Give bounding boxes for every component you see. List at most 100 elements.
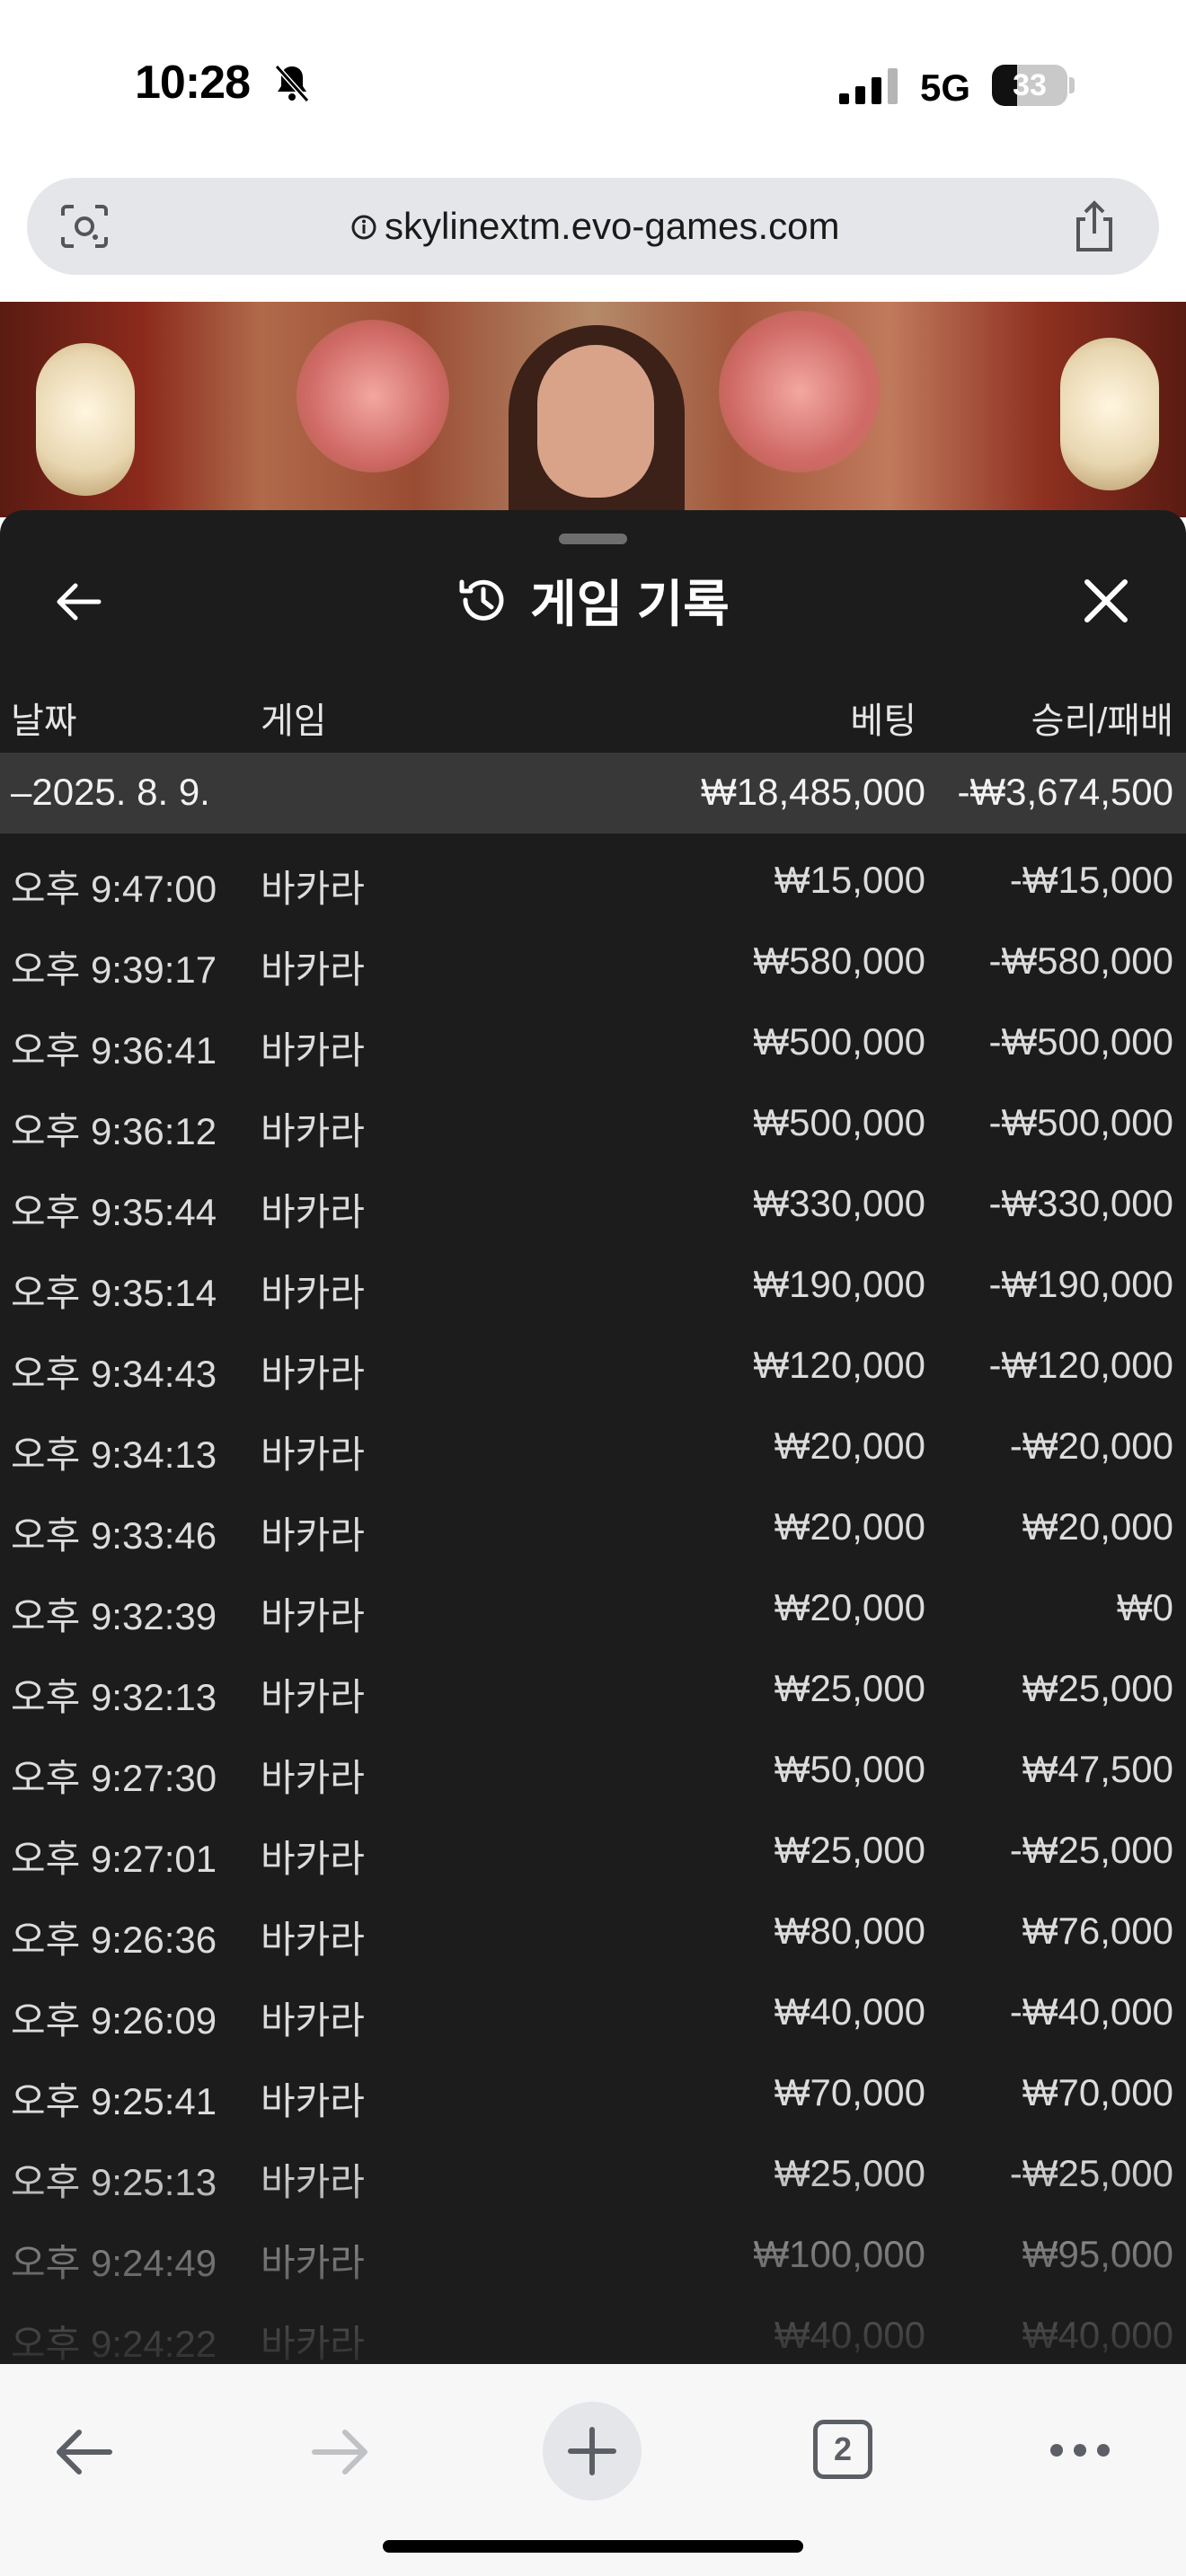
history-icon bbox=[459, 579, 504, 621]
row-result: -₩330,000 bbox=[988, 1182, 1173, 1224]
drag-handle[interactable] bbox=[559, 534, 627, 544]
row-game: 바카라 bbox=[261, 1514, 365, 1557]
row-time: 오후 9:27:30 bbox=[11, 1757, 217, 1799]
table-row[interactable]: 오후 9:33:46 바카라 ₩20,000 ₩20,000 bbox=[0, 1480, 1186, 1561]
row-result: -₩500,000 bbox=[988, 1101, 1173, 1143]
more-menu-icon[interactable] bbox=[1048, 2439, 1112, 2461]
table-row[interactable]: 오후 9:32:39 바카라 ₩20,000 ₩0 bbox=[0, 1561, 1186, 1642]
table-row[interactable]: 오후 9:24:49 바카라 ₩100,000 ₩95,000 bbox=[0, 2208, 1186, 2289]
table-row[interactable]: 오후 9:35:14 바카라 ₩190,000 -₩190,000 bbox=[0, 1238, 1186, 1319]
row-result: -₩40,000 bbox=[1009, 1990, 1173, 2033]
row-time: 오후 9:35:44 bbox=[11, 1191, 217, 1233]
row-game: 바카라 bbox=[261, 2323, 365, 2364]
table-header: 날짜 게임 베팅 승리/패배 bbox=[0, 672, 1186, 753]
table-row[interactable]: 오후 9:27:30 바카라 ₩50,000 ₩47,500 bbox=[0, 1723, 1186, 1804]
row-game: 바카라 bbox=[261, 1029, 365, 1072]
blossom-decoration bbox=[719, 311, 881, 472]
blossom-decoration bbox=[296, 320, 449, 472]
row-time: 오후 9:27:01 bbox=[11, 1838, 217, 1880]
date-group-row[interactable]: –2025. 8. 9. ₩18,485,000 -₩3,674,500 bbox=[0, 753, 1186, 834]
row-result: ₩25,000 bbox=[1022, 1667, 1173, 1709]
network-type: 5G bbox=[920, 66, 971, 109]
lantern-image bbox=[1060, 338, 1159, 490]
row-game: 바카라 bbox=[261, 1999, 365, 2042]
table-row[interactable]: 오후 9:34:13 바카라 ₩20,000 -₩20,000 bbox=[0, 1399, 1186, 1480]
share-icon[interactable] bbox=[1069, 199, 1120, 253]
table-row[interactable]: 오후 9:26:09 바카라 ₩40,000 -₩40,000 bbox=[0, 1965, 1186, 2046]
row-game: 바카라 bbox=[261, 1191, 365, 1233]
address-bar[interactable]: skylinextm.evo-games.com bbox=[27, 178, 1159, 275]
row-game: 바카라 bbox=[261, 1434, 365, 1476]
table-row[interactable]: 오후 9:35:44 바카라 ₩330,000 -₩330,000 bbox=[0, 1157, 1186, 1238]
browser-back-icon[interactable] bbox=[50, 2418, 119, 2486]
history-table: 날짜 게임 베팅 승리/패배 –2025. 8. 9. ₩18,485,000 … bbox=[0, 672, 1186, 2364]
table-row[interactable]: 오후 9:24:22 바카라 ₩40,000 ₩40,000 bbox=[0, 2289, 1186, 2364]
status-bar: 10:28 5G 33 bbox=[0, 0, 1186, 171]
row-result: -₩580,000 bbox=[988, 940, 1173, 982]
row-game: 바카라 bbox=[261, 1272, 365, 1314]
date-group-win-loss-total: -₩3,674,500 bbox=[957, 771, 1173, 813]
row-result: -₩120,000 bbox=[988, 1344, 1173, 1386]
row-result: -₩15,000 bbox=[1009, 859, 1173, 901]
panel-header: 게임 기록 bbox=[0, 564, 1186, 636]
visual-search-icon[interactable] bbox=[59, 203, 110, 250]
header-game[interactable]: 게임 bbox=[261, 692, 327, 744]
table-row[interactable]: 오후 9:25:41 바카라 ₩70,000 ₩70,000 bbox=[0, 2046, 1186, 2127]
table-row[interactable]: 오후 9:47:00 바카라 ₩15,000 -₩15,000 bbox=[0, 834, 1186, 914]
browser-toolbar: 2 bbox=[0, 2364, 1186, 2576]
date-group-label: –2025. 8. 9. bbox=[11, 771, 210, 813]
live-dealer-video bbox=[0, 302, 1186, 517]
row-result: ₩70,000 bbox=[1022, 2071, 1173, 2113]
dealer-face bbox=[537, 345, 654, 498]
table-row[interactable]: 오후 9:32:13 바카라 ₩25,000 ₩25,000 bbox=[0, 1642, 1186, 1723]
row-result: ₩20,000 bbox=[1022, 1505, 1173, 1548]
row-result: ₩76,000 bbox=[1022, 1910, 1173, 1952]
row-time: 오후 9:47:00 bbox=[11, 868, 217, 910]
lantern-image bbox=[36, 343, 135, 496]
table-row[interactable]: 오후 9:36:12 바카라 ₩500,000 -₩500,000 bbox=[0, 1076, 1186, 1157]
table-row[interactable]: 오후 9:25:13 바카라 ₩25,000 -₩25,000 bbox=[0, 2127, 1186, 2208]
row-game: 바카라 bbox=[261, 1757, 365, 1799]
row-time: 오후 9:34:43 bbox=[11, 1353, 217, 1395]
row-time: 오후 9:39:17 bbox=[11, 948, 217, 991]
row-time: 오후 9:24:22 bbox=[11, 2323, 217, 2364]
row-result: -₩25,000 bbox=[1009, 1829, 1173, 1871]
row-result: ₩95,000 bbox=[1022, 2233, 1173, 2275]
row-result: -₩190,000 bbox=[988, 1263, 1173, 1305]
bell-muted-icon bbox=[274, 64, 310, 103]
row-result: ₩40,000 bbox=[1022, 2314, 1173, 2356]
table-row[interactable]: 오후 9:26:36 바카라 ₩80,000 ₩76,000 bbox=[0, 1884, 1186, 1965]
row-game: 바카라 bbox=[261, 1595, 365, 1637]
header-date[interactable]: 날짜 bbox=[11, 692, 77, 744]
table-row[interactable]: 오후 9:36:41 바카라 ₩500,000 -₩500,000 bbox=[0, 995, 1186, 1076]
panel-title: 게임 기록 bbox=[530, 575, 730, 632]
history-rows: 오후 9:47:00 바카라 ₩15,000 -₩15,000 오후 9:39:17 바카… bbox=[0, 834, 1186, 2364]
url-text[interactable]: skylinextm.evo-games.com bbox=[385, 205, 839, 248]
row-game: 바카라 bbox=[261, 2161, 365, 2203]
row-time: 오후 9:35:14 bbox=[11, 1272, 217, 1314]
new-tab-button[interactable] bbox=[543, 2402, 642, 2501]
row-time: 오후 9:32:39 bbox=[11, 1595, 217, 1637]
tab-switcher-button[interactable]: 2 bbox=[813, 2420, 872, 2479]
table-row[interactable]: 오후 9:27:01 바카라 ₩25,000 -₩25,000 bbox=[0, 1804, 1186, 1884]
row-time: 오후 9:32:13 bbox=[11, 1676, 217, 1718]
row-time: 오후 9:25:41 bbox=[11, 2080, 217, 2122]
row-game: 바카라 bbox=[261, 868, 365, 910]
header-win-loss[interactable]: 승리/패배 bbox=[868, 692, 1173, 744]
cellular-signal-icon bbox=[839, 68, 898, 104]
close-icon[interactable] bbox=[1080, 575, 1132, 627]
table-row[interactable]: 오후 9:34:43 바카라 ₩120,000 -₩120,000 bbox=[0, 1319, 1186, 1399]
battery-level: 33 bbox=[1013, 68, 1047, 102]
row-time: 오후 9:33:46 bbox=[11, 1514, 217, 1557]
row-time: 오후 9:36:12 bbox=[11, 1110, 217, 1152]
header-bet[interactable]: 베팅 bbox=[566, 692, 916, 744]
browser-forward-icon[interactable] bbox=[305, 2418, 374, 2486]
table-row[interactable]: 오후 9:39:17 바카라 ₩580,000 -₩580,000 bbox=[0, 914, 1186, 995]
row-time: 오후 9:26:09 bbox=[11, 1999, 217, 2042]
row-game: 바카라 bbox=[261, 1919, 365, 1961]
info-icon[interactable] bbox=[350, 214, 377, 241]
row-time: 오후 9:25:13 bbox=[11, 2161, 217, 2203]
row-time: 오후 9:36:41 bbox=[11, 1029, 217, 1072]
row-game: 바카라 bbox=[261, 1353, 365, 1395]
row-result: ₩0 bbox=[1117, 1586, 1173, 1628]
